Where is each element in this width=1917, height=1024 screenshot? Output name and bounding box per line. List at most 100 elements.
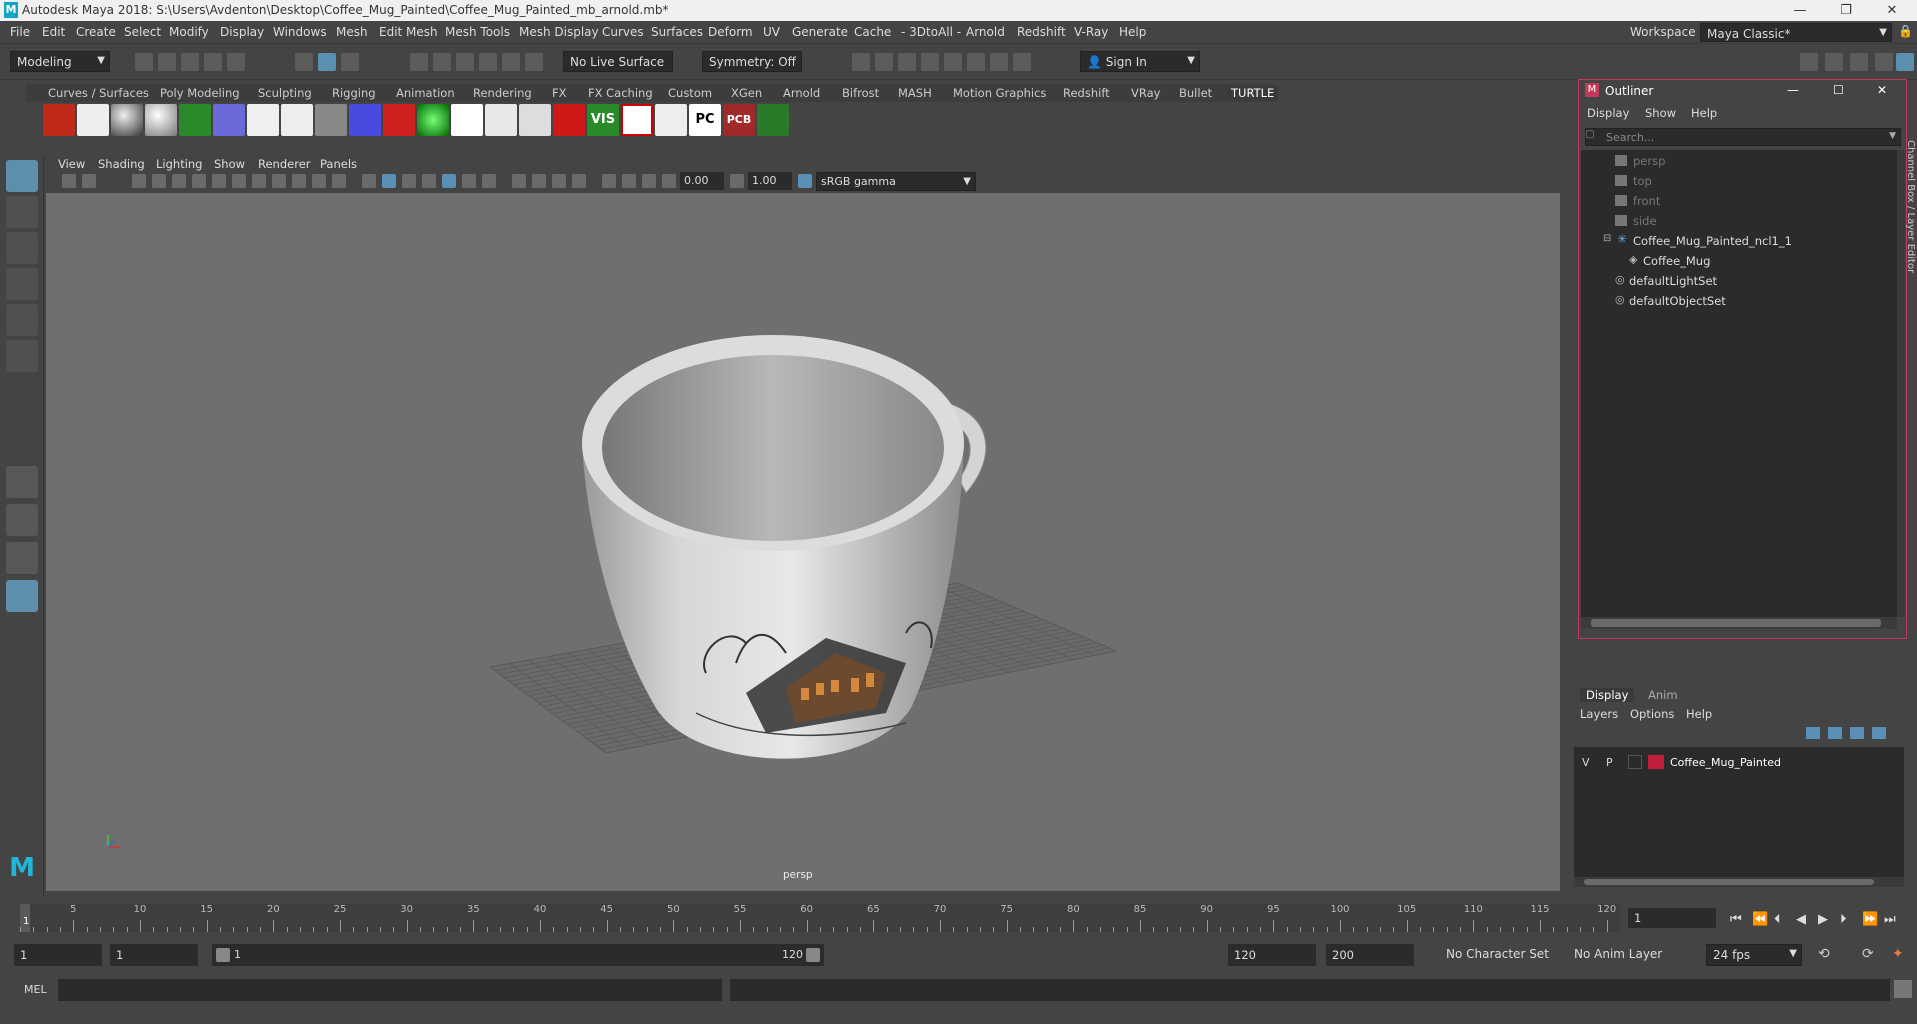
panel-menu-panels[interactable]: Panels: [320, 157, 357, 171]
move-tool-icon[interactable]: [6, 268, 38, 300]
render-view-icon[interactable]: [852, 53, 870, 71]
snap-surface-icon[interactable]: [502, 53, 520, 71]
image-plane-icon[interactable]: [152, 174, 166, 188]
menu-redshift[interactable]: Redshift: [1017, 25, 1066, 39]
grid-bake-icon[interactable]: [213, 104, 245, 136]
layer-visibility-toggle[interactable]: V: [1582, 756, 1590, 769]
menu-display[interactable]: Display: [220, 25, 264, 39]
outliner-menu-show[interactable]: Show: [1645, 106, 1676, 120]
gamma-field[interactable]: 0.00: [680, 172, 724, 190]
shelf-tab-bullet[interactable]: Bullet: [1179, 86, 1212, 100]
menu-windows[interactable]: Windows: [273, 25, 327, 39]
restore-button[interactable]: ❐: [1823, 0, 1869, 21]
lights-icon[interactable]: [462, 174, 476, 188]
live-surface-field[interactable]: No Live Surface: [563, 51, 673, 72]
layer-row[interactable]: V P Coffee_Mug_Painted: [1574, 753, 1904, 771]
shelf-tab-turtle[interactable]: TURTLE: [1227, 86, 1279, 100]
lock-icon[interactable]: 🔒: [1898, 24, 1913, 38]
smooth-shade-icon[interactable]: [382, 174, 396, 188]
menu-mesh-tools[interactable]: Mesh Tools: [445, 25, 510, 39]
isolate-select-icon[interactable]: [602, 174, 616, 188]
select-hierarchy-icon[interactable]: [295, 53, 313, 71]
hypershade-icon[interactable]: [944, 53, 962, 71]
layer-name[interactable]: Coffee_Mug_Painted: [1670, 756, 1781, 769]
gate-mask-icon[interactable]: [272, 174, 286, 188]
anim-layer-dropdown[interactable]: No Anim Layer: [1568, 944, 1686, 966]
paint-select-tool-icon[interactable]: [6, 232, 38, 264]
shelf-tab-vray[interactable]: VRay: [1131, 86, 1160, 100]
pause-icon[interactable]: [1013, 53, 1031, 71]
safe-action-icon[interactable]: [312, 174, 326, 188]
shelf-tab-motion-graphics[interactable]: Motion Graphics: [953, 86, 1046, 100]
menu-arnold[interactable]: Arnold: [966, 25, 1005, 39]
shelf-tab-arnold[interactable]: Arnold: [783, 86, 820, 100]
flat-shade-icon[interactable]: [402, 174, 416, 188]
panel-menu-lighting[interactable]: Lighting: [156, 157, 202, 171]
open-scene-icon[interactable]: [158, 53, 176, 71]
command-input[interactable]: [58, 979, 722, 1001]
green-sphere-icon[interactable]: [417, 104, 449, 136]
sphere-ao-icon[interactable]: [111, 104, 143, 136]
ambient-occlusion-icon[interactable]: [512, 174, 526, 188]
scroll-thumb[interactable]: [1591, 619, 1881, 627]
layer-color-swatch[interactable]: [1648, 755, 1664, 769]
move-layer-down-icon[interactable]: [1828, 727, 1842, 739]
play-forward-icon[interactable]: ▶: [1818, 912, 1828, 927]
step-back-key-icon[interactable]: ⏪: [1752, 912, 1768, 927]
outliner-menu-help[interactable]: Help: [1691, 106, 1717, 120]
rotate-tool-icon[interactable]: [6, 304, 38, 336]
grid-toggle-icon[interactable]: [212, 174, 226, 188]
exposure-field[interactable]: 1.00: [748, 172, 792, 190]
scale-tool-icon[interactable]: [6, 340, 38, 372]
select-component-icon[interactable]: [341, 53, 359, 71]
render-frame-icon[interactable]: [875, 53, 893, 71]
shelf-tab-poly-modeling[interactable]: Poly Modeling: [160, 86, 240, 100]
silhouette-icon[interactable]: [451, 104, 483, 136]
shelf-tab-fx[interactable]: FX: [552, 86, 567, 100]
anim-prefs-icon[interactable]: ✦: [1892, 946, 1904, 962]
grease-pencil-icon[interactable]: [192, 174, 206, 188]
play-backward-icon[interactable]: ◀: [1796, 912, 1806, 927]
menu-edit-mesh[interactable]: Edit Mesh: [379, 25, 438, 39]
turtle-lens-icon[interactable]: [757, 104, 789, 136]
layer-reference-toggle[interactable]: [1628, 755, 1642, 769]
outliner-menu-display[interactable]: Display: [1587, 106, 1629, 120]
color-space-dropdown[interactable]: sRGB gamma ▼: [816, 172, 976, 191]
light-setup-icon[interactable]: [349, 104, 381, 136]
workspace-icon-3[interactable]: [1850, 53, 1868, 71]
panel-menu-show[interactable]: Show: [214, 157, 245, 171]
outliner-vertical-scrollbar[interactable]: [1897, 150, 1905, 617]
gamma-icon[interactable]: [662, 174, 676, 188]
layer-scrollbar[interactable]: [1574, 877, 1904, 887]
resolution-gate-icon[interactable]: [252, 174, 266, 188]
bookmark-icon[interactable]: [132, 174, 146, 188]
motion-blur-icon[interactable]: [532, 174, 546, 188]
menu-select[interactable]: Select: [124, 25, 161, 39]
viewport-scrollbar[interactable]: [1560, 193, 1572, 891]
oval-bake-icon[interactable]: [315, 104, 347, 136]
step-forward-frame-icon[interactable]: ⏵: [1840, 912, 1847, 927]
vis-icon[interactable]: VIS: [587, 104, 619, 136]
xray-joints-icon[interactable]: [642, 174, 656, 188]
menu-3dtoall[interactable]: - 3DtoAll -: [901, 25, 961, 39]
viewport-persp[interactable]: persp: [46, 193, 1560, 891]
menu-uv[interactable]: UV: [763, 25, 780, 39]
light-editor-icon[interactable]: [990, 53, 1008, 71]
menu-modify[interactable]: Modify: [169, 25, 209, 39]
half-sphere-icon[interactable]: [485, 104, 517, 136]
strips-icon[interactable]: [655, 104, 687, 136]
sign-in-dropdown[interactable]: 👤 Sign In ▼: [1080, 51, 1200, 72]
workspace-icon-1[interactable]: [1800, 53, 1818, 71]
pc-icon[interactable]: PC: [689, 104, 721, 136]
field-chart-icon[interactable]: [292, 174, 306, 188]
menu-vray[interactable]: V-Ray: [1074, 25, 1108, 39]
time-ruler[interactable]: 1 5 10 15 20 25 30 35 40 45 50 55 60 65 70 75 80 85 90 95 1…: [20, 904, 1620, 932]
workspace-icon-4[interactable]: [1875, 53, 1893, 71]
film-gate-icon[interactable]: [232, 174, 246, 188]
snap-point-icon[interactable]: [456, 53, 474, 71]
select-object-icon[interactable]: [318, 53, 336, 71]
panel-menu-view[interactable]: View: [58, 157, 85, 171]
move-layer-up-icon[interactable]: [1806, 727, 1820, 739]
collapse-toggle-icon[interactable]: ⊟: [1603, 233, 1611, 244]
outliner-close-button[interactable]: ✕: [1877, 83, 1887, 97]
